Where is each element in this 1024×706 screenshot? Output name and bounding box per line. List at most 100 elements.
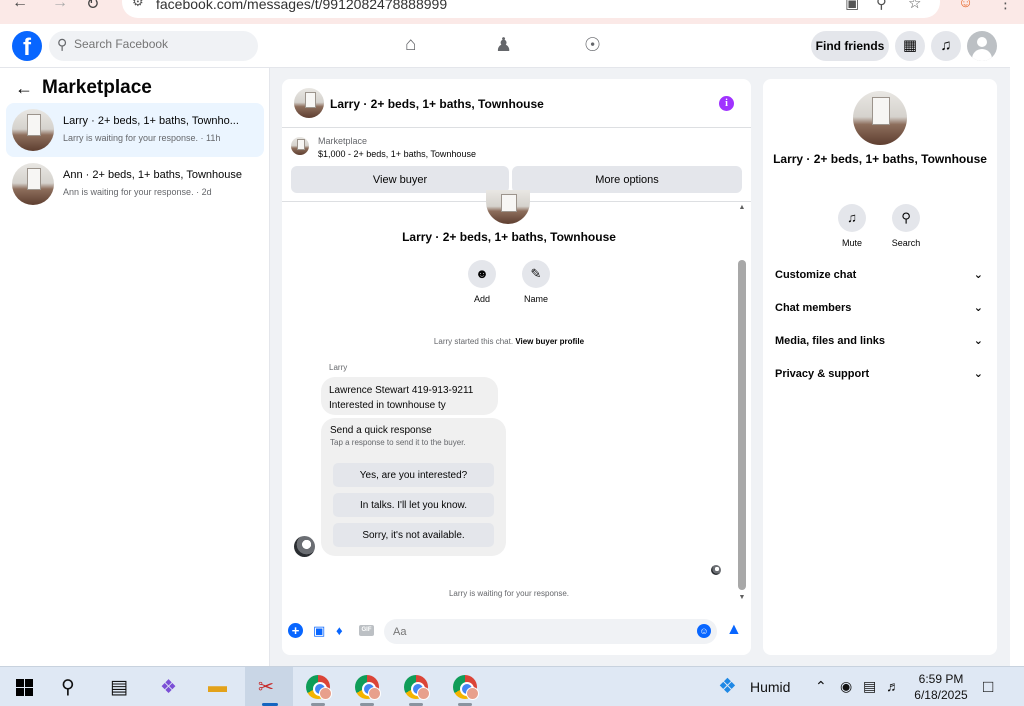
- info-title: Larry · 2+ beds, 1+ baths, Townhouse: [773, 152, 987, 166]
- chevron-down-icon: ⌄: [973, 368, 983, 380]
- emoji-icon[interactable]: ☺: [697, 624, 711, 638]
- section-label: Media, files and links: [775, 335, 886, 347]
- search-action[interactable]: ⚲ Search: [886, 204, 926, 248]
- search-label: Search: [891, 238, 921, 248]
- listing-category: Marketplace: [318, 136, 368, 146]
- task-view-icon[interactable]: ▤: [110, 676, 128, 699]
- home-icon[interactable]: ⌂: [405, 34, 416, 56]
- quick-response-card: Send a quick response Tap a response to …: [321, 418, 506, 556]
- message-line: Lawrence Stewart 419-913-9211: [329, 385, 474, 396]
- snipping-tool-icon[interactable]: ✂: [258, 676, 274, 699]
- windows-start-icon[interactable]: [16, 679, 33, 696]
- bookmark-star-icon[interactable]: ☆: [908, 0, 921, 12]
- quick-response-button[interactable]: Yes, are you interested?: [333, 463, 494, 487]
- hidden-icons-chevron-icon[interactable]: ⌃: [815, 678, 827, 695]
- sticker-icon[interactable]: ♦: [336, 623, 343, 638]
- forward-arrow-icon[interactable]: →: [52, 0, 68, 12]
- section-customize-chat[interactable]: Customize chat ⌄: [775, 269, 985, 289]
- browser-chrome: ← → ↻ ⚙ facebook.com/messages/t/99120824…: [0, 0, 1024, 24]
- section-privacy-support[interactable]: Privacy & support ⌄: [775, 368, 985, 388]
- facebook-search[interactable]: ⚲: [49, 31, 258, 61]
- add-action[interactable]: ☻ Add: [467, 260, 497, 304]
- account-avatar[interactable]: [967, 31, 997, 61]
- conversation-item-larry[interactable]: Larry · 2+ beds, 1+ baths, Townho... Lar…: [6, 103, 264, 157]
- mute-action[interactable]: ♫ Mute: [832, 204, 872, 248]
- back-arrow-icon[interactable]: ←: [12, 0, 28, 12]
- bell-icon: ♫: [838, 204, 866, 232]
- chrome-icon[interactable]: [404, 675, 430, 700]
- windows-taskbar: ⚲ ▤ ❖ ▬ ✂ ❖ Humid ⌃ ◉ ▤ ♬ 6:59 PM 6/18/2…: [0, 666, 1024, 706]
- page-scrollbar[interactable]: [1010, 24, 1024, 666]
- facebook-logo-icon[interactable]: f: [12, 31, 42, 61]
- find-friends-button[interactable]: Find friends: [811, 31, 889, 61]
- chat-scrollbar[interactable]: ▲ ▼: [737, 204, 747, 604]
- scrollbar-thumb[interactable]: [738, 260, 746, 590]
- thumbs-up-icon[interactable]: ▲: [726, 621, 742, 639]
- chrome-icon[interactable]: [355, 675, 381, 700]
- view-buyer-profile-link[interactable]: View buyer profile: [515, 337, 584, 346]
- weather-drop-icon[interactable]: ❖: [718, 674, 737, 699]
- started-text: Larry started this chat.: [433, 337, 514, 346]
- friends-icon[interactable]: ♟: [495, 34, 512, 57]
- chat-started-note: Larry started this chat. View buyer prof…: [282, 337, 736, 346]
- reload-icon[interactable]: ↻: [86, 0, 99, 14]
- address-bar[interactable]: ⚙ facebook.com/messages/t/99120824788889…: [122, 0, 940, 18]
- browser-search-icon[interactable]: ⚲: [876, 0, 887, 12]
- search-input[interactable]: [74, 37, 249, 51]
- name-label: Name: [523, 294, 548, 304]
- volume-icon[interactable]: ♬: [886, 678, 900, 694]
- more-options-button[interactable]: More options: [512, 166, 742, 193]
- section-label: Chat members: [775, 302, 852, 314]
- taskbar-search-icon[interactable]: ⚲: [61, 676, 75, 699]
- browser-menu-icon[interactable]: ⋮: [998, 0, 1013, 12]
- chat-profile-thumbnail: [486, 190, 530, 224]
- listing-thumbnail[interactable]: [291, 137, 309, 155]
- section-label: Privacy & support: [775, 368, 870, 380]
- conversation-name: Ann · 2+ beds, 1+ baths, Townhouse: [63, 169, 242, 181]
- profile-icon[interactable]: ☺: [958, 0, 973, 11]
- view-buyer-button[interactable]: View buyer: [291, 166, 509, 193]
- network-icon[interactable]: ▤: [863, 678, 876, 695]
- chat-title[interactable]: Larry · 2+ beds, 1+ baths, Townhouse: [330, 97, 544, 111]
- section-chat-members[interactable]: Chat members ⌄: [775, 302, 985, 322]
- seen-indicator-avatar: [711, 565, 721, 575]
- chrome-icon[interactable]: [453, 675, 479, 700]
- conversation-subtitle: Ann is waiting for your response. · 2d: [63, 187, 212, 197]
- copilot-icon[interactable]: ❖: [160, 676, 177, 699]
- install-app-icon[interactable]: ▣: [845, 0, 859, 12]
- scroll-up-icon[interactable]: ▲: [737, 204, 747, 211]
- conversation-name: Larry · 2+ beds, 1+ baths, Townho...: [63, 115, 239, 127]
- listing-thumbnail: [12, 109, 54, 151]
- site-info-icon[interactable]: ⚙: [132, 0, 144, 10]
- chrome-icon[interactable]: [306, 675, 332, 700]
- system-clock[interactable]: 6:59 PM 6/18/2025: [908, 671, 974, 703]
- info-icon[interactable]: i: [719, 96, 734, 111]
- gif-icon[interactable]: GIF: [359, 625, 374, 636]
- listing-title[interactable]: $1,000 - 2+ beds, 1+ baths, Townhouse: [318, 149, 476, 159]
- groups-icon[interactable]: ☉: [584, 34, 601, 57]
- sender-avatar[interactable]: [294, 536, 315, 557]
- quick-response-button[interactable]: In talks. I'll let you know.: [333, 493, 494, 517]
- name-action[interactable]: ✎ Name: [519, 260, 553, 304]
- clock-time: 6:59 PM: [918, 672, 964, 686]
- add-person-icon: ☻: [468, 260, 496, 288]
- message-input[interactable]: [384, 619, 717, 644]
- file-explorer-icon[interactable]: ▬: [208, 676, 227, 698]
- weather-label[interactable]: Humid: [750, 679, 790, 695]
- scroll-down-icon[interactable]: ▼: [737, 594, 747, 601]
- search-icon: ⚲: [57, 36, 68, 52]
- message-bubble[interactable]: Lawrence Stewart 419-913-9211 Interested…: [321, 377, 498, 415]
- quick-response-button[interactable]: Sorry, it's not available.: [333, 523, 494, 547]
- conversation-item-ann[interactable]: Ann · 2+ beds, 1+ baths, Townhouse Ann i…: [6, 157, 264, 211]
- conversation-subtitle: Larry is waiting for your response. · 11…: [63, 133, 221, 143]
- back-arrow-icon[interactable]: ←: [15, 78, 33, 99]
- listing-thumbnail: [12, 163, 54, 205]
- meet-camera-icon[interactable]: ◉: [840, 678, 852, 695]
- plus-icon[interactable]: +: [288, 623, 303, 638]
- notifications-bell-icon[interactable]: ♫: [931, 31, 961, 61]
- chat-thumbnail[interactable]: [294, 88, 324, 118]
- photo-icon[interactable]: ▣: [313, 623, 325, 639]
- notification-center-icon[interactable]: □: [983, 677, 993, 697]
- menu-grid-icon[interactable]: ▦: [895, 31, 925, 61]
- section-media-files-links[interactable]: Media, files and links ⌄: [775, 335, 985, 355]
